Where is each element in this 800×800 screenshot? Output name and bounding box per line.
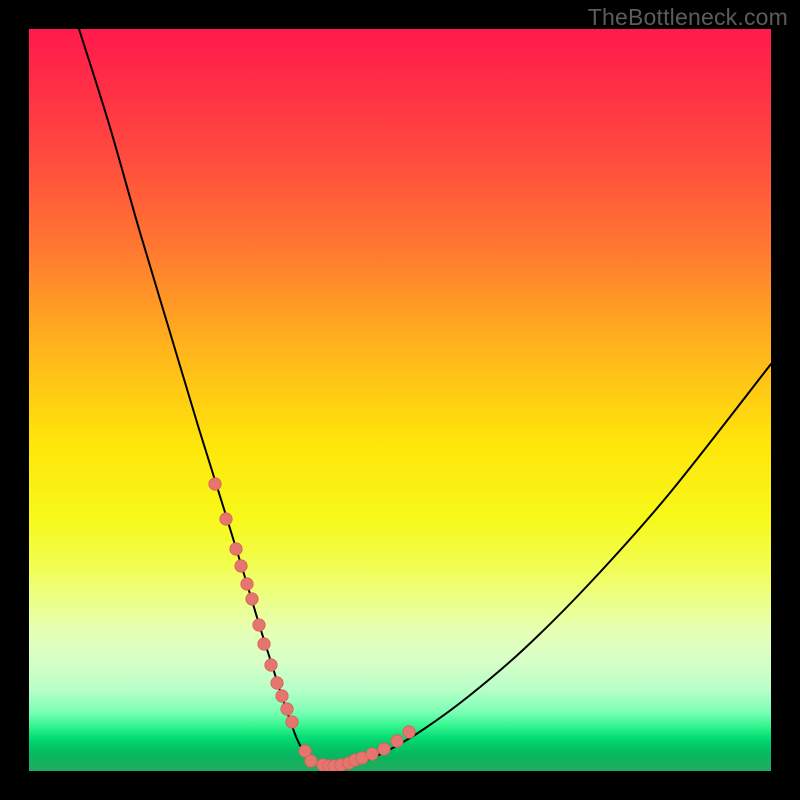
highlight-dot <box>403 726 415 738</box>
highlight-dot <box>230 543 242 555</box>
highlight-dot <box>281 703 293 715</box>
watermark-text: TheBottleneck.com <box>588 4 788 31</box>
highlight-dot <box>271 677 283 689</box>
highlight-dot <box>235 560 247 572</box>
highlight-dot <box>276 690 288 702</box>
highlight-dot <box>246 593 258 605</box>
highlight-dot <box>209 478 221 490</box>
chart-stage: TheBottleneck.com <box>0 0 800 800</box>
chart-svg <box>29 29 771 771</box>
highlight-dot <box>391 735 403 747</box>
highlight-dot <box>258 638 270 650</box>
highlight-dot <box>366 748 378 760</box>
highlight-dot <box>286 716 298 728</box>
highlight-dot <box>378 743 390 755</box>
highlight-dot <box>265 659 277 671</box>
highlight-dot <box>305 755 317 767</box>
highlight-dot <box>220 513 232 525</box>
highlight-dot <box>241 578 253 590</box>
bottleneck-curve <box>79 29 771 767</box>
plot-area <box>29 29 771 771</box>
highlight-dot <box>253 619 265 631</box>
highlight-dots <box>209 478 415 771</box>
